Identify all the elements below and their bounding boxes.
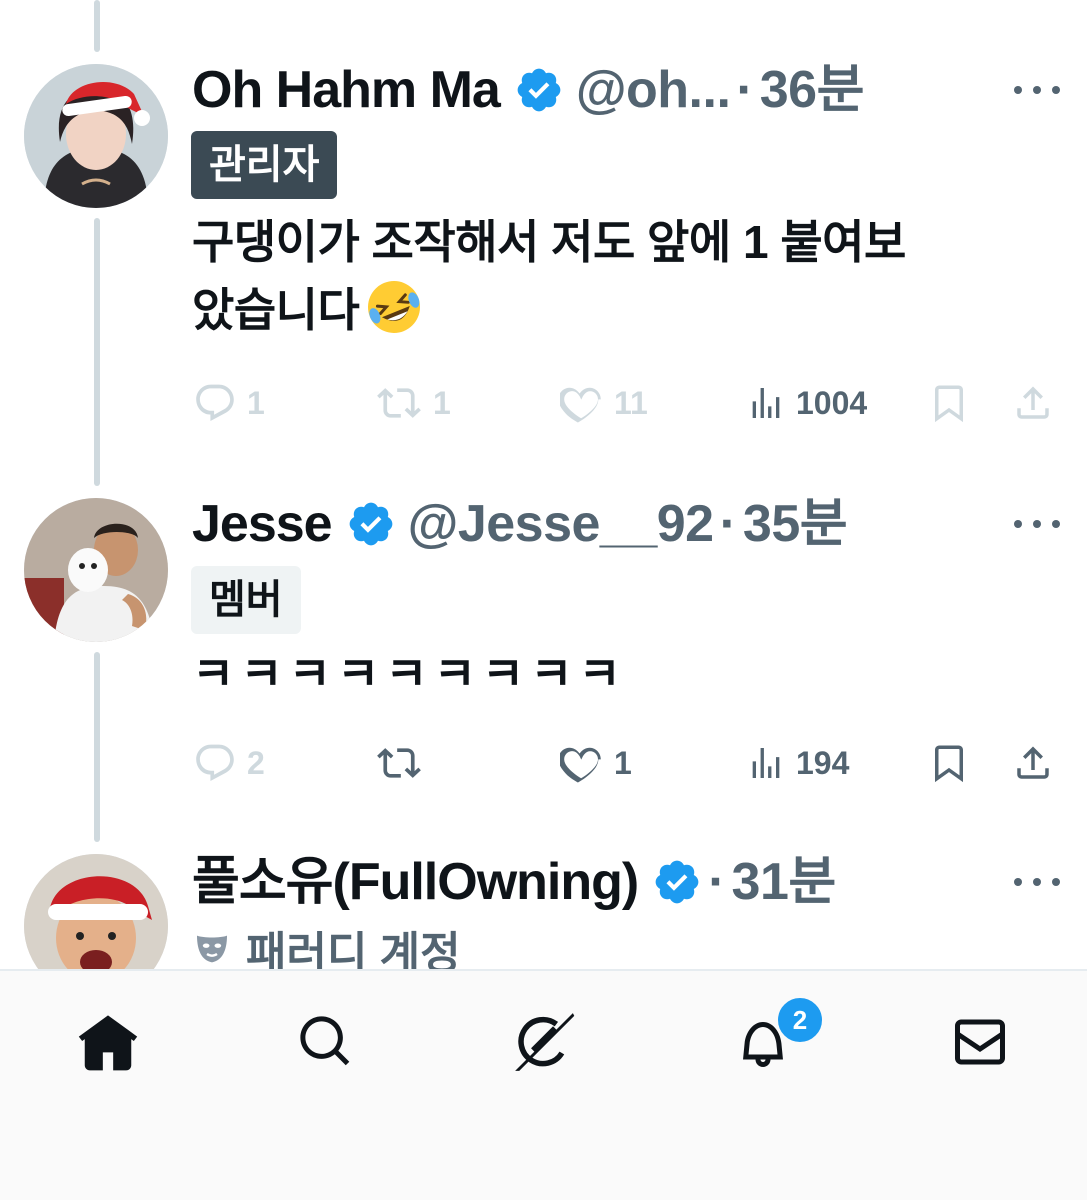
reply-count: 2 [247, 744, 265, 781]
like-button[interactable]: 1 [560, 738, 632, 788]
like-count: 11 [614, 384, 648, 421]
tab-home[interactable] [73, 1007, 143, 1077]
post-text-line: 았습니다 [192, 284, 360, 336]
separator-dot: · [708, 853, 726, 911]
post[interactable]: Oh Hahm Ma @oh... · 36분 관리자 구댕이가 조작해서 저도… [0, 0, 1087, 470]
verified-badge-icon[interactable] [346, 499, 396, 549]
post-header: Oh Hahm Ma @oh... · 36분 [192, 60, 864, 120]
bookmark-button[interactable] [928, 738, 970, 788]
post-time[interactable]: 31분 [732, 852, 837, 912]
verified-badge-icon[interactable] [514, 65, 564, 115]
bookmark-icon [935, 745, 963, 783]
post-text-line: 구댕이가 조작해서 저도 앞에 1 붙여보 [192, 216, 906, 268]
post-time[interactable]: 36분 [760, 60, 865, 120]
tab-grok[interactable] [509, 1007, 579, 1077]
display-name[interactable]: Oh Hahm Ma [192, 60, 501, 120]
post-actions: 1 1 11 1004 [0, 378, 1087, 428]
repost-icon [377, 388, 421, 418]
share-icon [1017, 746, 1049, 779]
bookmark-icon [935, 385, 963, 423]
display-name[interactable]: 풀소유(FullOwning) [192, 852, 639, 912]
tab-search[interactable] [291, 1007, 361, 1077]
like-count: 1 [614, 744, 632, 781]
repost-icon [377, 748, 421, 778]
home-icon [78, 1015, 138, 1071]
views-button[interactable]: 1004 [746, 378, 867, 428]
messages-icon [954, 1019, 1005, 1065]
separator-dot: · [736, 61, 754, 119]
search-icon [300, 1016, 350, 1066]
repost-button[interactable]: 1 [375, 378, 451, 428]
parody-account-label: 패러디 계정 [192, 924, 461, 978]
timeline-page: Oh Hahm Ma @oh... · 36분 관리자 구댕이가 조작해서 저도… [0, 0, 1087, 1200]
views-icon [752, 388, 780, 418]
like-button[interactable]: 11 [560, 378, 648, 428]
reply-button[interactable]: 2 [193, 738, 265, 788]
reply-icon [196, 384, 234, 422]
reply-icon [196, 744, 234, 782]
view-count: 194 [796, 744, 850, 781]
post[interactable]: 풀소유(FullOwning) · 31분 [0, 840, 1087, 970]
grok-icon [515, 1013, 575, 1071]
role-badge: 멤버 [191, 566, 301, 634]
role-badge: 관리자 [191, 131, 338, 199]
post-time[interactable]: 35분 [743, 494, 848, 554]
more-options-icon[interactable] [1014, 514, 1060, 534]
view-count: 1004 [796, 384, 868, 421]
repost-count: 1 [433, 384, 451, 421]
heart-icon [560, 747, 601, 783]
avatar[interactable] [24, 854, 168, 970]
repost-button[interactable] [375, 738, 433, 788]
post-header: Jesse @Jesse__92 · 35분 [192, 494, 848, 554]
post-text: 구댕이가 조작해서 저도 앞에 1 붙여보 았습니다 [192, 208, 1052, 344]
reply-button[interactable]: 1 [193, 378, 265, 428]
more-options-icon[interactable] [1014, 872, 1060, 892]
separator-dot: · [719, 495, 737, 553]
heart-icon [560, 387, 601, 423]
user-handle[interactable]: @Jesse__92 [408, 494, 714, 554]
post-header: 풀소유(FullOwning) · 31분 [192, 852, 836, 912]
views-icon [752, 748, 780, 778]
rofl-emoji [365, 278, 423, 336]
reply-count: 1 [247, 384, 265, 421]
post-actions: 2 1 194 [0, 738, 1087, 788]
bottom-tab-bar: 2 [0, 969, 1087, 1200]
share-button[interactable] [1012, 738, 1054, 788]
notification-count-badge: 2 [775, 995, 825, 1045]
verified-badge-icon[interactable] [652, 857, 702, 907]
more-options-icon[interactable] [1014, 80, 1060, 100]
parody-mask-icon [192, 929, 232, 969]
share-icon [1017, 386, 1049, 419]
post-text: ㅋㅋㅋㅋㅋㅋㅋㅋㅋ [192, 648, 627, 700]
tab-messages[interactable] [945, 1007, 1015, 1077]
display-name[interactable]: Jesse [192, 494, 333, 554]
share-button[interactable] [1012, 378, 1054, 428]
views-button[interactable]: 194 [746, 738, 849, 788]
user-handle[interactable]: @oh... [576, 60, 731, 120]
bookmark-button[interactable] [928, 378, 970, 428]
avatar[interactable] [24, 64, 168, 208]
avatar[interactable] [24, 498, 168, 642]
post[interactable]: Jesse @Jesse__92 · 35분 멤버 ㅋㅋㅋㅋㅋㅋㅋㅋㅋ 2 1 [0, 480, 1087, 830]
post-text-line-2: 았습니다 [192, 276, 1052, 344]
